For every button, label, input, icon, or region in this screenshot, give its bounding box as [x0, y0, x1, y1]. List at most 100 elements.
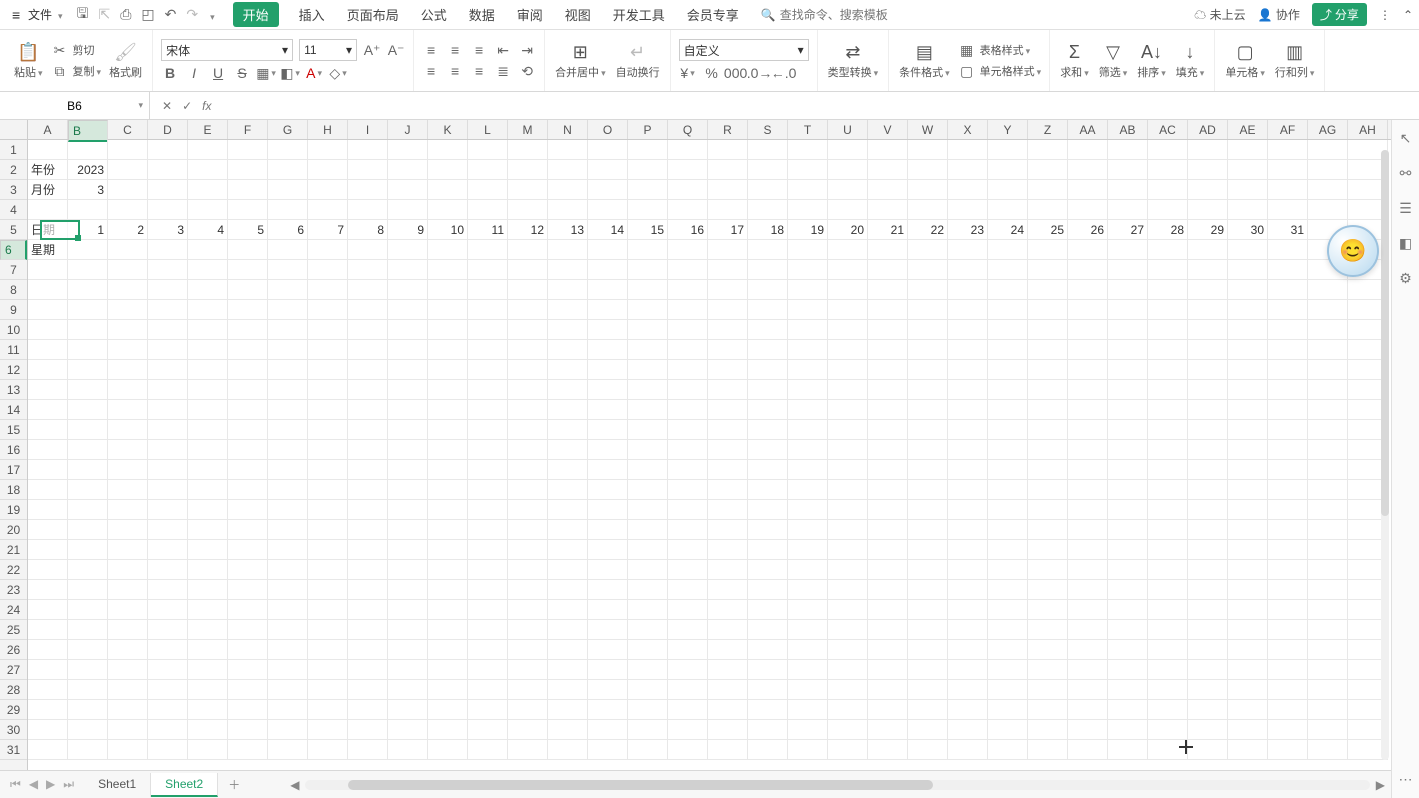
cell-B31[interactable]: [68, 740, 108, 760]
cell-P24[interactable]: [628, 600, 668, 620]
cell-C23[interactable]: [108, 580, 148, 600]
cell-P4[interactable]: [628, 200, 668, 220]
cell-L1[interactable]: [468, 140, 508, 160]
cell-Y17[interactable]: [988, 460, 1028, 480]
cell-I3[interactable]: [348, 180, 388, 200]
cell-V19[interactable]: [868, 500, 908, 520]
cell-F26[interactable]: [228, 640, 268, 660]
cell-I6[interactable]: [348, 240, 388, 260]
cell-E27[interactable]: [188, 660, 228, 680]
cell-AC24[interactable]: [1148, 600, 1188, 620]
cell-F25[interactable]: [228, 620, 268, 640]
cell-Y1[interactable]: [988, 140, 1028, 160]
cell-L31[interactable]: [468, 740, 508, 760]
cell-Y16[interactable]: [988, 440, 1028, 460]
cell-C14[interactable]: [108, 400, 148, 420]
cell-AC6[interactable]: [1148, 240, 1188, 260]
cell-AD14[interactable]: [1188, 400, 1228, 420]
cell-S3[interactable]: [748, 180, 788, 200]
cell-E2[interactable]: [188, 160, 228, 180]
cell-X15[interactable]: [948, 420, 988, 440]
cell-V15[interactable]: [868, 420, 908, 440]
cell-M8[interactable]: [508, 280, 548, 300]
cell-AC20[interactable]: [1148, 520, 1188, 540]
cell-I5[interactable]: 8: [348, 220, 388, 240]
cell-AG10[interactable]: [1308, 320, 1348, 340]
cell-Q26[interactable]: [668, 640, 708, 660]
cell-F30[interactable]: [228, 720, 268, 740]
cell-X10[interactable]: [948, 320, 988, 340]
cell-F29[interactable]: [228, 700, 268, 720]
row-header-23[interactable]: 23: [0, 580, 27, 600]
cell-L11[interactable]: [468, 340, 508, 360]
cell-K18[interactable]: [428, 480, 468, 500]
cell-T18[interactable]: [788, 480, 828, 500]
cell-S29[interactable]: [748, 700, 788, 720]
cell-V2[interactable]: [868, 160, 908, 180]
cell-AA29[interactable]: [1068, 700, 1108, 720]
cell-T11[interactable]: [788, 340, 828, 360]
cell-J30[interactable]: [388, 720, 428, 740]
cell-AD4[interactable]: [1188, 200, 1228, 220]
cell-Q18[interactable]: [668, 480, 708, 500]
cell-AD2[interactable]: [1188, 160, 1228, 180]
cell-E7[interactable]: [188, 260, 228, 280]
cell-C2[interactable]: [108, 160, 148, 180]
cell-K24[interactable]: [428, 600, 468, 620]
cell-I24[interactable]: [348, 600, 388, 620]
cell-C4[interactable]: [108, 200, 148, 220]
cell-J7[interactable]: [388, 260, 428, 280]
cell-AE9[interactable]: [1228, 300, 1268, 320]
cell-F21[interactable]: [228, 540, 268, 560]
cell-AG12[interactable]: [1308, 360, 1348, 380]
col-header-AF[interactable]: AF: [1268, 120, 1308, 139]
cell-A13[interactable]: [28, 380, 68, 400]
cell-M6[interactable]: [508, 240, 548, 260]
cell-L24[interactable]: [468, 600, 508, 620]
cell-AF22[interactable]: [1268, 560, 1308, 580]
cell-AF28[interactable]: [1268, 680, 1308, 700]
cell-S30[interactable]: [748, 720, 788, 740]
cell-AB27[interactable]: [1108, 660, 1148, 680]
cell-O8[interactable]: [588, 280, 628, 300]
cell-T10[interactable]: [788, 320, 828, 340]
cell-AA26[interactable]: [1068, 640, 1108, 660]
cell-V30[interactable]: [868, 720, 908, 740]
cell-O25[interactable]: [588, 620, 628, 640]
col-header-P[interactable]: P: [628, 120, 668, 139]
cell-T6[interactable]: [788, 240, 828, 260]
cell-Y5[interactable]: 24: [988, 220, 1028, 240]
cell-P5[interactable]: 15: [628, 220, 668, 240]
cell-Q3[interactable]: [668, 180, 708, 200]
cell-F23[interactable]: [228, 580, 268, 600]
cell-D14[interactable]: [148, 400, 188, 420]
cell-W24[interactable]: [908, 600, 948, 620]
cell-J5[interactable]: 9: [388, 220, 428, 240]
row-header-25[interactable]: 25: [0, 620, 27, 640]
row-header-11[interactable]: 11: [0, 340, 27, 360]
cell-J6[interactable]: [388, 240, 428, 260]
cell-X5[interactable]: 23: [948, 220, 988, 240]
cell-N21[interactable]: [548, 540, 588, 560]
cell-G22[interactable]: [268, 560, 308, 580]
cell-A4[interactable]: [28, 200, 68, 220]
cell-O17[interactable]: [588, 460, 628, 480]
cell-AF14[interactable]: [1268, 400, 1308, 420]
cell-L26[interactable]: [468, 640, 508, 660]
cell-X25[interactable]: [948, 620, 988, 640]
cell-S13[interactable]: [748, 380, 788, 400]
cell-AF11[interactable]: [1268, 340, 1308, 360]
cell-AD25[interactable]: [1188, 620, 1228, 640]
fx-icon[interactable]: fx: [202, 99, 211, 113]
cell-B21[interactable]: [68, 540, 108, 560]
cell-V5[interactable]: 21: [868, 220, 908, 240]
cell-AF16[interactable]: [1268, 440, 1308, 460]
cell-U17[interactable]: [828, 460, 868, 480]
cell-AB1[interactable]: [1108, 140, 1148, 160]
cell-U13[interactable]: [828, 380, 868, 400]
cell-Z14[interactable]: [1028, 400, 1068, 420]
col-header-B[interactable]: B: [68, 120, 108, 142]
cell-C10[interactable]: [108, 320, 148, 340]
cell-P16[interactable]: [628, 440, 668, 460]
cell-B19[interactable]: [68, 500, 108, 520]
